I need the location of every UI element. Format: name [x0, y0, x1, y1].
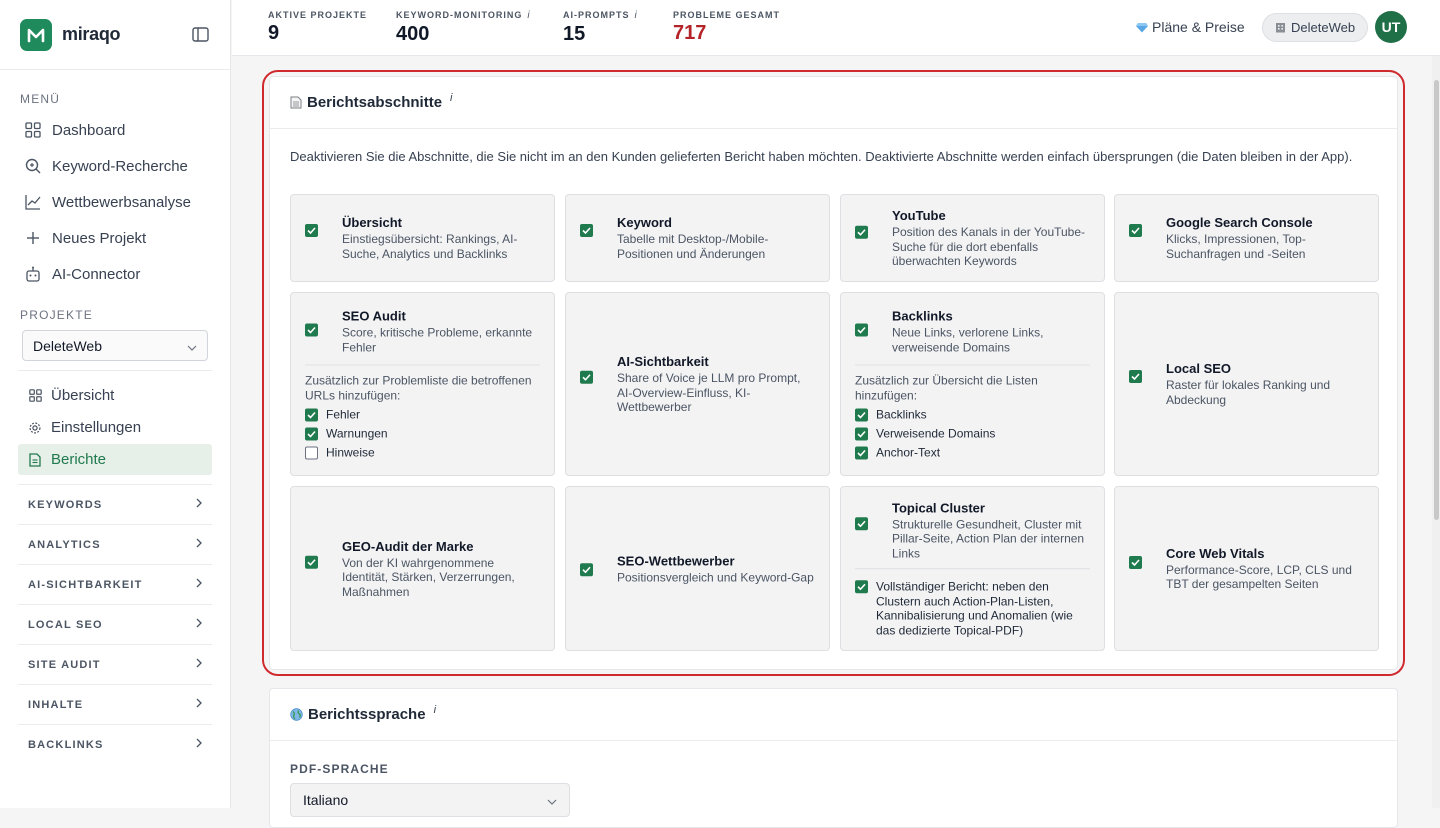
- menu-item-label: Neues Projekt: [52, 229, 147, 247]
- chevron-right-icon: [196, 498, 202, 511]
- nav-group-label: INHALTE: [28, 698, 84, 711]
- globe-icon: [290, 708, 303, 721]
- sub-item-label: Einstellungen: [51, 419, 142, 436]
- nav-group-label: LOCAL SEO: [28, 618, 103, 631]
- stat-label: KEYWORD-MONITORING i: [396, 10, 531, 21]
- sub-item-uebersicht[interactable]: Übersicht: [18, 380, 212, 411]
- stat-value: 15: [563, 23, 586, 45]
- top-bar: AKTIVE PROJEKTE 9 KEYWORD-MONITORING i 40…: [232, 0, 1440, 56]
- nav-group-ai-sichtbarkeit[interactable]: AI-SICHTBARKEIT: [18, 564, 212, 604]
- robot-icon: [24, 265, 42, 283]
- chart-icon: [24, 193, 42, 211]
- gear-icon: [28, 421, 42, 435]
- nav-group-label: ANALYTICS: [28, 538, 101, 551]
- menu-item-label: Keyword-Recherche: [52, 157, 188, 175]
- highlight-frame: [262, 70, 1405, 676]
- project-select[interactable]: DeleteWeb: [22, 330, 208, 361]
- nav-group-backlinks[interactable]: BACKLINKS: [18, 724, 212, 764]
- chevron-right-icon: [196, 538, 202, 551]
- brand-name: miraqo: [62, 24, 121, 44]
- nav-group-label: BACKLINKS: [28, 738, 104, 751]
- sub-item-einstellungen[interactable]: Einstellungen: [18, 412, 212, 443]
- menu-item-label: Wettbewerbsanalyse: [52, 193, 191, 211]
- language-card: Berichtssprache i PDF-SPRACHE Italiano: [269, 688, 1398, 828]
- chevron-down-icon: [187, 338, 197, 354]
- stat-label: AKTIVE PROJEKTE: [268, 10, 367, 20]
- nav-group-label: KEYWORDS: [28, 498, 103, 511]
- logo-icon[interactable]: [20, 18, 52, 51]
- menu-title: MENÜ: [20, 92, 61, 106]
- info-icon[interactable]: i: [434, 704, 436, 716]
- nav-group-inhalte[interactable]: INHALTE: [18, 684, 212, 724]
- divider: [18, 370, 212, 371]
- workspace-label: DeleteWeb: [1291, 20, 1356, 35]
- stat-ai-prompts: AI-PROMPTS i 15: [563, 10, 638, 46]
- stat-label: PROBLEME GESAMT: [673, 10, 780, 20]
- chevron-right-icon: [196, 738, 202, 751]
- info-icon[interactable]: i: [527, 10, 530, 21]
- language-card-header: Berichtssprache i: [270, 689, 1397, 741]
- stat-label-text: AI-PROMPTS: [563, 10, 630, 20]
- sub-item-label: Berichte: [51, 451, 107, 468]
- stat-probleme-gesamt: PROBLEME GESAMT 717: [673, 10, 780, 45]
- sub-item-label: Übersicht: [51, 387, 115, 404]
- nav-group-label: SITE AUDIT: [28, 658, 101, 671]
- brand: miraqo: [0, 0, 230, 70]
- pdf-language-value: Italiano: [303, 792, 349, 808]
- document-icon: [28, 452, 42, 467]
- grid-icon: [28, 389, 42, 403]
- building-icon: [1275, 22, 1286, 33]
- chevron-right-icon: [196, 698, 202, 711]
- plans-link[interactable]: Pläne & Preise: [1136, 19, 1245, 35]
- stat-label: AI-PROMPTS i: [563, 10, 638, 21]
- stat-aktive-projekte: AKTIVE PROJEKTE 9: [268, 10, 367, 45]
- diamond-icon: [1136, 22, 1148, 33]
- sub-item-berichte[interactable]: Berichte: [18, 444, 212, 475]
- stat-label-text: AKTIVE PROJEKTE: [268, 10, 368, 20]
- menu-item-ai-connector[interactable]: AI-Connector: [0, 256, 230, 292]
- menu-item-label: Dashboard: [52, 121, 126, 139]
- stat-value: 400: [396, 23, 430, 45]
- workspace-button[interactable]: DeleteWeb: [1262, 13, 1369, 42]
- pdf-language-label: PDF-SPRACHE: [290, 762, 389, 776]
- main-menu: Dashboard Keyword-Recherche Wettbewerbsa…: [0, 112, 230, 292]
- scrollbar-thumb[interactable]: [1434, 80, 1439, 520]
- stat-keyword-monitoring: KEYWORD-MONITORING i 400: [396, 10, 531, 46]
- nav-group-label: AI-SICHTBARKEIT: [28, 578, 143, 591]
- chevron-down-icon: [547, 792, 557, 808]
- project-select-value: DeleteWeb: [33, 337, 103, 354]
- chevron-right-icon: [196, 658, 202, 671]
- plus-icon: [24, 229, 42, 247]
- nav-group-keywords[interactable]: KEYWORDS: [18, 484, 212, 524]
- plans-label: Pläne & Preise: [1152, 19, 1245, 35]
- menu-item-dashboard[interactable]: Dashboard: [0, 112, 230, 148]
- sidebar: miraqo MENÜ Dashboard Keyword-Recherche …: [0, 0, 231, 808]
- language-card-title: Berichtssprache: [308, 706, 426, 723]
- nav-group-local-seo[interactable]: LOCAL SEO: [18, 604, 212, 644]
- menu-item-keyword-recherche[interactable]: Keyword-Recherche: [0, 148, 230, 184]
- search-icon: [24, 157, 42, 175]
- chevron-right-icon: [196, 618, 202, 631]
- nav-group-analytics[interactable]: ANALYTICS: [18, 524, 212, 564]
- avatar[interactable]: UT: [1375, 11, 1407, 43]
- chevron-right-icon: [196, 578, 202, 591]
- stat-label-text: PROBLEME GESAMT: [673, 10, 781, 20]
- menu-item-neues-projekt[interactable]: Neues Projekt: [0, 220, 230, 256]
- menu-item-wettbewerbsanalyse[interactable]: Wettbewerbsanalyse: [0, 184, 230, 220]
- stat-label-text: KEYWORD-MONITORING: [396, 10, 523, 20]
- nav-group-site-audit[interactable]: SITE AUDIT: [18, 644, 212, 684]
- nav-groups: KEYWORDS ANALYTICS AI-SICHTBARKEIT LOCAL…: [0, 484, 230, 764]
- grid-icon: [24, 121, 42, 139]
- info-icon[interactable]: i: [635, 10, 638, 21]
- pdf-language-select[interactable]: Italiano: [290, 783, 570, 817]
- menu-item-label: AI-Connector: [52, 265, 141, 283]
- stat-value: 717: [673, 22, 707, 44]
- projects-title: PROJEKTE: [20, 308, 93, 322]
- stat-value: 9: [268, 22, 280, 44]
- sidebar-toggle-icon[interactable]: [190, 25, 210, 45]
